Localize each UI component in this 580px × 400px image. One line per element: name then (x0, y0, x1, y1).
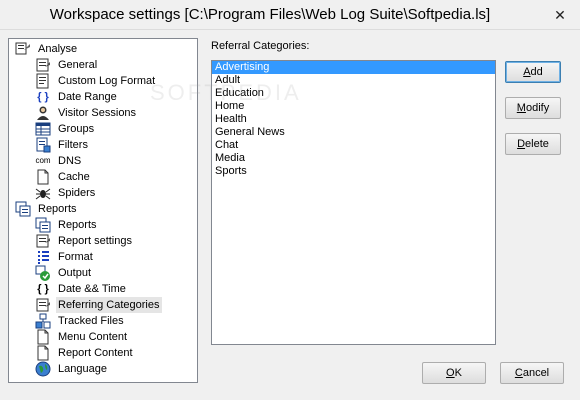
tree-item-groups[interactable]: Groups (35, 121, 96, 137)
tree-item-cache[interactable]: Cache (35, 169, 92, 185)
tree-item-reports-root[interactable]: Reports (15, 201, 79, 217)
list-item[interactable]: Health (212, 113, 495, 126)
report-settings-icon (35, 233, 51, 249)
close-icon[interactable]: ✕ (554, 7, 566, 23)
tree-item-visitor-sessions[interactable]: Visitor Sessions (35, 105, 138, 121)
ok-button[interactable]: OK (422, 362, 486, 384)
tree-item-language[interactable]: Language (35, 361, 109, 377)
tree-item-report-settings[interactable]: Report settings (35, 233, 134, 249)
cancel-button[interactable]: Cancel (500, 362, 564, 384)
tree-item-reports[interactable]: Reports (35, 217, 99, 233)
list-item[interactable]: General News (212, 126, 495, 139)
modify-button[interactable]: Modify (505, 97, 561, 119)
groups-icon (35, 121, 51, 137)
output-icon (35, 265, 51, 281)
tree-item-date-range[interactable]: { } Date Range (35, 89, 119, 105)
menu-content-icon (35, 329, 51, 345)
tree-item-menu-content[interactable]: Menu Content (35, 329, 129, 345)
analyse-icon (15, 41, 31, 57)
date-range-icon: { } (37, 90, 49, 103)
list-item[interactable]: Home (212, 100, 495, 113)
tree-item-spiders[interactable]: Spiders (35, 185, 97, 201)
tree-item-tracked-files[interactable]: Tracked Files (35, 313, 126, 329)
reports-icon (35, 217, 51, 233)
list-item[interactable]: Education (212, 87, 495, 100)
tree-item-dns[interactable]: com DNS (35, 153, 83, 169)
list-item[interactable]: Adult (212, 74, 495, 87)
tree-item-analyse[interactable]: Analyse (15, 41, 79, 57)
tree-item-filters[interactable]: Filters (35, 137, 90, 153)
tree-item-custom-log-format[interactable]: Custom Log Format (35, 73, 157, 89)
language-icon (35, 361, 51, 377)
list-item[interactable]: Chat (212, 139, 495, 152)
list-item[interactable]: Sports (212, 165, 495, 178)
report-content-icon (35, 345, 51, 361)
custom-log-format-icon (35, 73, 51, 89)
general-icon (35, 57, 51, 73)
tree-item-general[interactable]: General (35, 57, 99, 73)
add-button[interactable]: Add (505, 61, 561, 83)
format-icon (35, 249, 51, 265)
filters-icon (35, 137, 51, 153)
visitor-sessions-icon (35, 105, 51, 121)
date-time-icon: { } (37, 282, 49, 295)
tracked-files-icon (35, 313, 51, 329)
tree-item-format[interactable]: Format (35, 249, 95, 265)
list-item[interactable]: Advertising (212, 61, 495, 74)
window-title: Workspace settings [C:\Program Files\Web… (49, 6, 491, 23)
reports-root-icon (15, 201, 31, 217)
delete-button[interactable]: Delete (505, 133, 561, 155)
tree-item-date-time[interactable]: { } Date && Time (35, 281, 128, 297)
tree-item-report-content[interactable]: Report Content (35, 345, 135, 361)
title-bar: Workspace settings [C:\Program Files\Web… (0, 0, 580, 30)
settings-tree[interactable]: Analyse General Custom Log Format { } Da… (8, 38, 198, 383)
list-item[interactable]: Media (212, 152, 495, 165)
referring-categories-icon (35, 297, 51, 313)
referral-categories-list[interactable]: Advertising Adult Education Home Health … (211, 60, 496, 345)
cache-icon (35, 169, 51, 185)
referral-categories-label: Referral Categories: (211, 40, 310, 52)
spiders-icon (35, 185, 51, 201)
close-button[interactable]: ✕ (548, 5, 572, 25)
tree-item-output[interactable]: Output (35, 265, 93, 281)
tree-item-referring-categories[interactable]: Referring Categories (35, 297, 162, 313)
dns-icon: com (35, 156, 51, 165)
